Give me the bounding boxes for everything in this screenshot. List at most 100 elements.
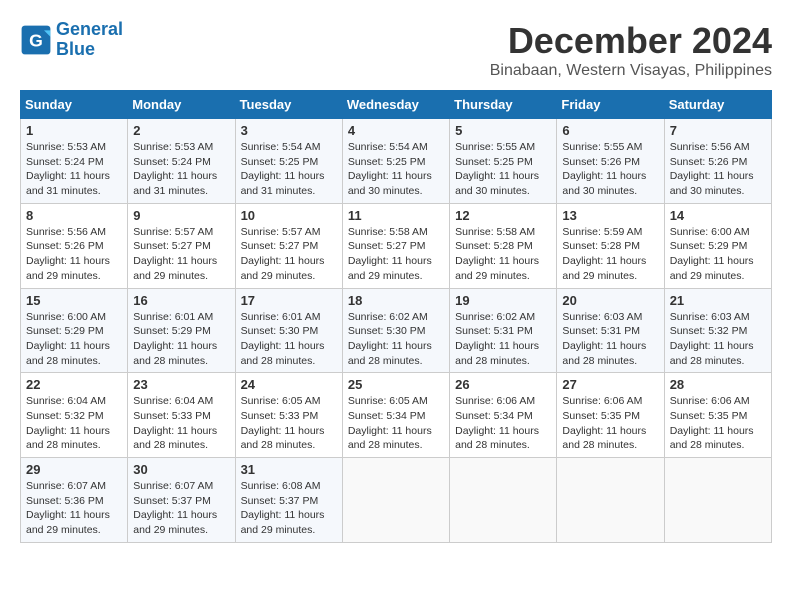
day-number: 18 [348,293,444,308]
day-info: Sunrise: 6:02 AM Sunset: 5:31 PM Dayligh… [455,310,551,369]
day-number: 2 [133,123,229,138]
day-info: Sunrise: 5:55 AM Sunset: 5:25 PM Dayligh… [455,140,551,199]
table-row: 7 Sunrise: 5:56 AM Sunset: 5:26 PM Dayli… [664,119,771,204]
page-header: G General Blue December 2024 Binabaan, W… [20,20,772,80]
day-number: 13 [562,208,658,223]
page-title: December 2024 [490,20,772,62]
page-subtitle: Binabaan, Western Visayas, Philippines [490,62,772,80]
day-number: 15 [26,293,122,308]
table-row: 15 Sunrise: 6:00 AM Sunset: 5:29 PM Dayl… [21,288,128,373]
table-row: 2 Sunrise: 5:53 AM Sunset: 5:24 PM Dayli… [128,119,235,204]
day-number: 21 [670,293,766,308]
day-info: Sunrise: 6:07 AM Sunset: 5:37 PM Dayligh… [133,479,229,538]
day-info: Sunrise: 6:01 AM Sunset: 5:30 PM Dayligh… [241,310,337,369]
logo-blue: Blue [56,39,95,59]
day-number: 6 [562,123,658,138]
table-row: 11 Sunrise: 5:58 AM Sunset: 5:27 PM Dayl… [342,203,449,288]
svg-text:G: G [29,30,43,50]
table-row: 12 Sunrise: 5:58 AM Sunset: 5:28 PM Dayl… [450,203,557,288]
table-row: 31 Sunrise: 6:08 AM Sunset: 5:37 PM Dayl… [235,458,342,543]
calendar-header-row: Sunday Monday Tuesday Wednesday Thursday… [21,91,772,119]
col-wednesday: Wednesday [342,91,449,119]
title-area: December 2024 Binabaan, Western Visayas,… [490,20,772,80]
table-row: 30 Sunrise: 6:07 AM Sunset: 5:37 PM Dayl… [128,458,235,543]
day-number: 24 [241,377,337,392]
table-row: 3 Sunrise: 5:54 AM Sunset: 5:25 PM Dayli… [235,119,342,204]
day-info: Sunrise: 5:53 AM Sunset: 5:24 PM Dayligh… [133,140,229,199]
calendar-week: 8 Sunrise: 5:56 AM Sunset: 5:26 PM Dayli… [21,203,772,288]
calendar-table: Sunday Monday Tuesday Wednesday Thursday… [20,90,772,543]
day-info: Sunrise: 5:59 AM Sunset: 5:28 PM Dayligh… [562,225,658,284]
table-row: 6 Sunrise: 5:55 AM Sunset: 5:26 PM Dayli… [557,119,664,204]
day-number: 26 [455,377,551,392]
day-info: Sunrise: 6:03 AM Sunset: 5:32 PM Dayligh… [670,310,766,369]
col-thursday: Thursday [450,91,557,119]
day-number: 3 [241,123,337,138]
table-row [450,458,557,543]
day-number: 10 [241,208,337,223]
table-row: 23 Sunrise: 6:04 AM Sunset: 5:33 PM Dayl… [128,373,235,458]
day-info: Sunrise: 5:55 AM Sunset: 5:26 PM Dayligh… [562,140,658,199]
table-row: 24 Sunrise: 6:05 AM Sunset: 5:33 PM Dayl… [235,373,342,458]
day-info: Sunrise: 5:54 AM Sunset: 5:25 PM Dayligh… [348,140,444,199]
day-info: Sunrise: 6:01 AM Sunset: 5:29 PM Dayligh… [133,310,229,369]
calendar-week: 29 Sunrise: 6:07 AM Sunset: 5:36 PM Dayl… [21,458,772,543]
day-number: 12 [455,208,551,223]
day-number: 20 [562,293,658,308]
table-row: 9 Sunrise: 5:57 AM Sunset: 5:27 PM Dayli… [128,203,235,288]
day-info: Sunrise: 5:58 AM Sunset: 5:27 PM Dayligh… [348,225,444,284]
logo-general: General [56,19,123,39]
table-row: 18 Sunrise: 6:02 AM Sunset: 5:30 PM Dayl… [342,288,449,373]
table-row: 16 Sunrise: 6:01 AM Sunset: 5:29 PM Dayl… [128,288,235,373]
table-row: 1 Sunrise: 5:53 AM Sunset: 5:24 PM Dayli… [21,119,128,204]
day-number: 7 [670,123,766,138]
logo: G General Blue [20,20,123,60]
day-info: Sunrise: 5:53 AM Sunset: 5:24 PM Dayligh… [26,140,122,199]
day-info: Sunrise: 6:05 AM Sunset: 5:33 PM Dayligh… [241,394,337,453]
table-row: 25 Sunrise: 6:05 AM Sunset: 5:34 PM Dayl… [342,373,449,458]
day-info: Sunrise: 6:08 AM Sunset: 5:37 PM Dayligh… [241,479,337,538]
day-info: Sunrise: 6:05 AM Sunset: 5:34 PM Dayligh… [348,394,444,453]
day-number: 14 [670,208,766,223]
table-row: 13 Sunrise: 5:59 AM Sunset: 5:28 PM Dayl… [557,203,664,288]
logo-icon: G [20,24,52,56]
col-sunday: Sunday [21,91,128,119]
table-row: 20 Sunrise: 6:03 AM Sunset: 5:31 PM Dayl… [557,288,664,373]
table-row: 5 Sunrise: 5:55 AM Sunset: 5:25 PM Dayli… [450,119,557,204]
table-row: 19 Sunrise: 6:02 AM Sunset: 5:31 PM Dayl… [450,288,557,373]
day-number: 31 [241,462,337,477]
day-info: Sunrise: 5:57 AM Sunset: 5:27 PM Dayligh… [133,225,229,284]
day-info: Sunrise: 5:54 AM Sunset: 5:25 PM Dayligh… [241,140,337,199]
table-row [664,458,771,543]
table-row: 10 Sunrise: 5:57 AM Sunset: 5:27 PM Dayl… [235,203,342,288]
day-number: 11 [348,208,444,223]
day-number: 27 [562,377,658,392]
day-info: Sunrise: 6:03 AM Sunset: 5:31 PM Dayligh… [562,310,658,369]
table-row: 14 Sunrise: 6:00 AM Sunset: 5:29 PM Dayl… [664,203,771,288]
day-info: Sunrise: 6:06 AM Sunset: 5:35 PM Dayligh… [670,394,766,453]
day-info: Sunrise: 5:56 AM Sunset: 5:26 PM Dayligh… [670,140,766,199]
day-number: 22 [26,377,122,392]
day-info: Sunrise: 6:04 AM Sunset: 5:33 PM Dayligh… [133,394,229,453]
day-info: Sunrise: 5:56 AM Sunset: 5:26 PM Dayligh… [26,225,122,284]
table-row: 26 Sunrise: 6:06 AM Sunset: 5:34 PM Dayl… [450,373,557,458]
day-number: 30 [133,462,229,477]
day-info: Sunrise: 6:00 AM Sunset: 5:29 PM Dayligh… [670,225,766,284]
day-info: Sunrise: 6:00 AM Sunset: 5:29 PM Dayligh… [26,310,122,369]
table-row: 8 Sunrise: 5:56 AM Sunset: 5:26 PM Dayli… [21,203,128,288]
day-number: 29 [26,462,122,477]
col-saturday: Saturday [664,91,771,119]
logo-text: General Blue [56,20,123,60]
calendar-week: 15 Sunrise: 6:00 AM Sunset: 5:29 PM Dayl… [21,288,772,373]
day-info: Sunrise: 6:06 AM Sunset: 5:34 PM Dayligh… [455,394,551,453]
col-tuesday: Tuesday [235,91,342,119]
table-row [342,458,449,543]
day-info: Sunrise: 5:57 AM Sunset: 5:27 PM Dayligh… [241,225,337,284]
table-row: 28 Sunrise: 6:06 AM Sunset: 5:35 PM Dayl… [664,373,771,458]
table-row: 27 Sunrise: 6:06 AM Sunset: 5:35 PM Dayl… [557,373,664,458]
day-number: 19 [455,293,551,308]
day-info: Sunrise: 6:07 AM Sunset: 5:36 PM Dayligh… [26,479,122,538]
day-number: 4 [348,123,444,138]
day-number: 9 [133,208,229,223]
day-number: 25 [348,377,444,392]
